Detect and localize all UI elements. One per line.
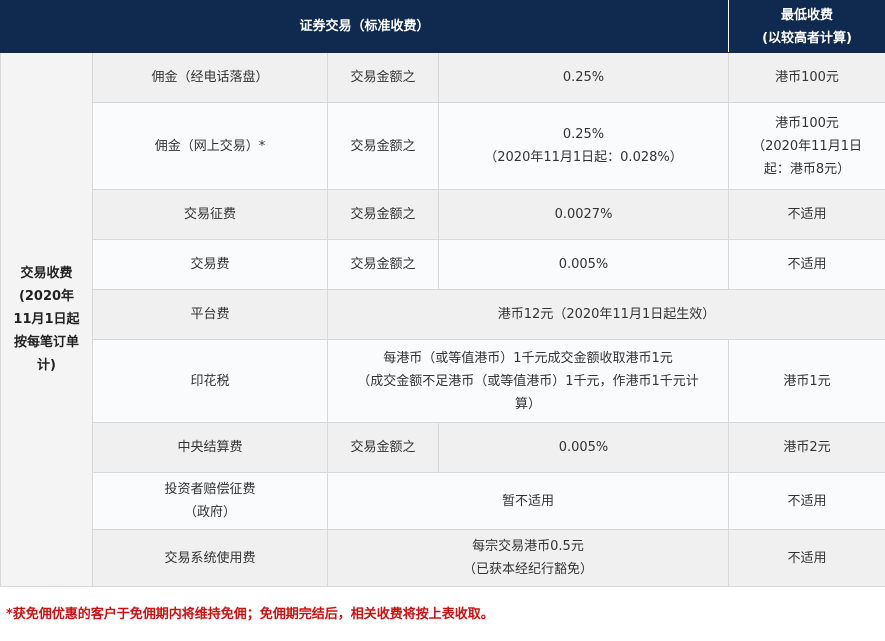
- header-min-note: (以较高者计算): [762, 30, 852, 46]
- fee-minimum-note: 起：港币8元）: [763, 161, 851, 177]
- fee-rate: 0.25% （2020年11月1日起：0.028%）: [437, 102, 730, 190]
- fee-detail: 每港币（或等值港币）1千元成交金额收取港币1元 （成交金额不足港币（或等值港币）…: [326, 339, 730, 423]
- fee-name: 佣金（网上交易）*: [92, 102, 328, 190]
- fee-name: 交易费: [92, 239, 328, 290]
- table-row: 投资者赔偿征费 （政府） 暂不适用 不适用: [1, 472, 885, 530]
- fee-basis: 交易金额之: [327, 52, 439, 103]
- table-row: 中央结算费 交易金额之 0.005% 港币2元: [1, 422, 885, 473]
- table-row: 交易系统使用费 每宗交易港币0.5元 （已获本经纪行豁免） 不适用: [1, 529, 885, 587]
- fee-name: 平台费: [92, 289, 328, 340]
- category-note: 按每笔订单: [13, 335, 79, 350]
- fee-rate: 0.005%: [437, 239, 730, 290]
- fee-detail-line: 每宗交易港币0.5元: [472, 539, 584, 554]
- fee-detail: 港币12元（2020年11月1日起生效）: [326, 289, 885, 340]
- fee-rate: 0.0027%: [437, 189, 730, 240]
- table-row: 交易征费 交易金额之 0.0027% 不适用: [1, 189, 885, 240]
- category-title: 交易收费: [20, 266, 73, 281]
- fee-minimum: 港币100元 （2020年11月1日 起：港币8元）: [728, 102, 885, 190]
- fee-basis: 交易金额之: [327, 189, 439, 240]
- table-row: 印花税 每港币（或等值港币）1千元成交金额收取港币1元 （成交金额不足港币（或等…: [1, 339, 885, 423]
- category-note: 11月1日起: [13, 312, 80, 327]
- table-header-row: 证券交易（标准收费） 最低收费 (以较高者计算): [0, 0, 885, 53]
- fee-basis: 交易金额之: [327, 102, 439, 190]
- fee-minimum: 港币1元: [728, 339, 885, 423]
- fee-minimum-note: （2020年11月1日: [752, 138, 862, 154]
- fee-minimum: 港币2元: [728, 422, 885, 473]
- fee-minimum: 港币100元: [728, 52, 885, 103]
- fee-name-note: （政府）: [183, 505, 236, 520]
- header-min-fee: 最低收费 (以较高者计算): [728, 0, 885, 53]
- fee-name: 印花税: [92, 339, 328, 423]
- header-main: 证券交易（标准收费）: [0, 0, 730, 53]
- fee-basis: 交易金额之: [327, 422, 439, 473]
- fee-rate: 0.005%: [437, 422, 730, 473]
- fee-rate-note: （2020年11月1日起：0.028%）: [484, 150, 683, 165]
- fee-detail: 暂不适用: [326, 472, 730, 530]
- category-note: (2020年: [18, 289, 75, 304]
- fee-name: 交易系统使用费: [92, 529, 328, 587]
- table-row: 交易收费 (2020年 11月1日起 按每笔订单 计) 佣金（经电话落盘） 交易…: [0, 52, 885, 587]
- footnote: *获免佣优惠的客户于免佣期内将维持免佣；免佣期完结后，相关收费将按上表收取。: [6, 607, 494, 622]
- fee-name: 佣金（经电话落盘）: [92, 52, 328, 103]
- fee-detail-line: （已获本经纪行豁免）: [463, 562, 594, 577]
- fee-detail-line: 算）: [515, 396, 542, 412]
- fee-rate-value: 0.25%: [562, 127, 605, 142]
- fee-minimum: 不适用: [728, 239, 885, 290]
- category-cell: 交易收费 (2020年 11月1日起 按每笔订单 计): [0, 52, 93, 587]
- fee-basis: 交易金额之: [327, 239, 439, 290]
- fee-minimum: 不适用: [728, 472, 885, 530]
- category-note: 计): [37, 358, 56, 373]
- header-min-label: 最低收费: [781, 7, 834, 23]
- fee-name-line: 投资者赔偿征费: [164, 482, 256, 497]
- fee-detail-line: 每港币（或等值港币）1千元成交金额收取港币1元: [383, 350, 673, 366]
- table-row: 交易费 交易金额之 0.005% 不适用: [1, 239, 885, 290]
- fee-minimum: 不适用: [728, 189, 885, 240]
- fee-name: 投资者赔偿征费 （政府）: [92, 472, 328, 530]
- fee-table: 证券交易（标准收费） 最低收费 (以较高者计算) 交易收费 (2020年 11月…: [0, 0, 885, 587]
- fee-minimum: 不适用: [728, 529, 885, 587]
- fee-name: 交易征费: [92, 189, 328, 240]
- table-row: 佣金（网上交易）* 交易金额之 0.25% （2020年11月1日起：0.028…: [1, 102, 885, 190]
- fee-name: 中央结算费: [92, 422, 328, 473]
- fee-rate: 0.25%: [437, 52, 730, 103]
- fee-detail-line: （成交金额不足港币（或等值港币）1千元，作港币1千元计: [357, 373, 699, 389]
- fee-detail: 每宗交易港币0.5元 （已获本经纪行豁免）: [326, 529, 730, 587]
- table-row: 平台费 港币12元（2020年11月1日起生效）: [1, 289, 885, 340]
- fee-minimum-value: 港币100元: [775, 115, 839, 131]
